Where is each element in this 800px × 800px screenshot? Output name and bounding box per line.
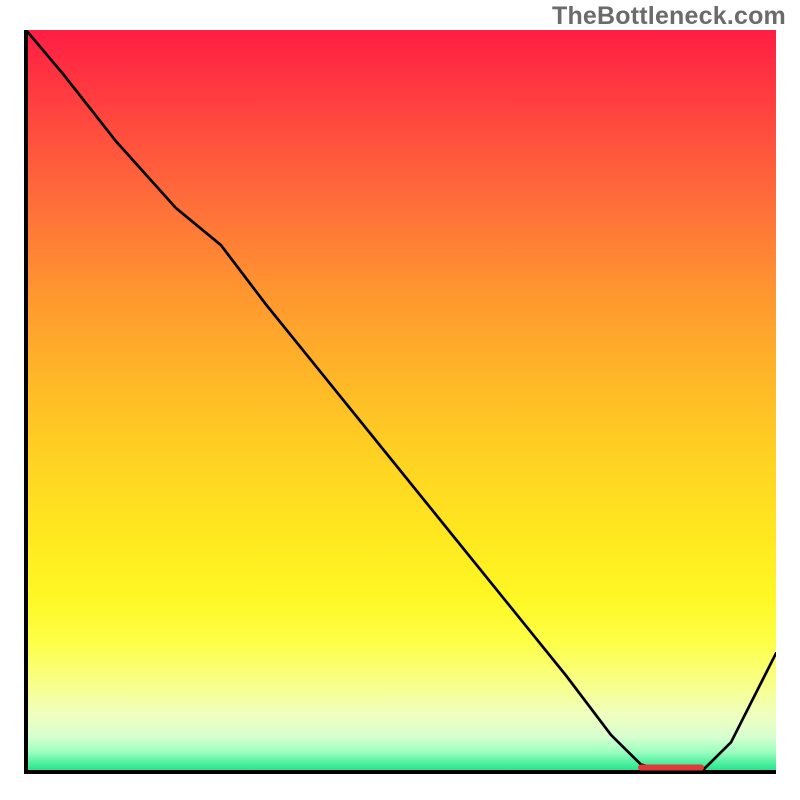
plot-area — [24, 30, 776, 774]
chart-container: TheBottleneck.com — [0, 0, 800, 800]
axes — [26, 30, 776, 772]
bottleneck-curve — [26, 30, 776, 772]
plot-svg — [24, 30, 776, 774]
watermark-text: TheBottleneck.com — [552, 2, 786, 31]
